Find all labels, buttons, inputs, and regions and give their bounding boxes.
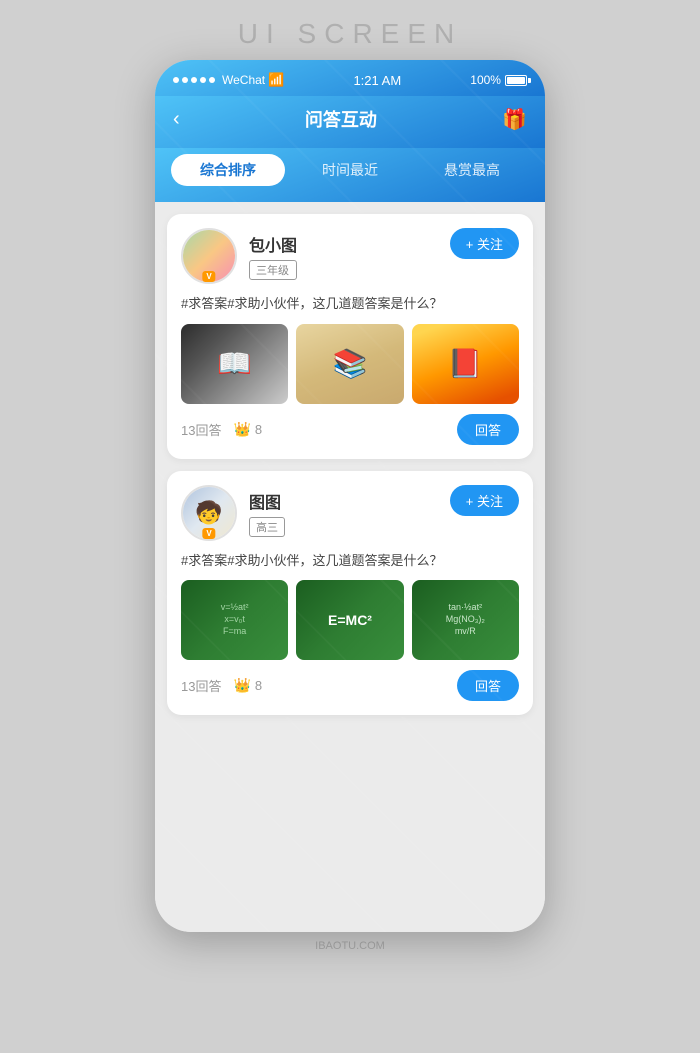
avatar-1: V — [181, 228, 237, 284]
reward-info-1: 👑 8 — [233, 421, 262, 438]
card-1: V 包小图 三年级 + 关注 #求答案#求助小伙伴，这几道题答案是什么？ — [167, 214, 533, 459]
user-meta-2: 图图 高三 — [249, 489, 285, 537]
wifi-icon: 📶 — [268, 72, 284, 88]
footer-left-1: 13回答 👑 8 — [181, 420, 262, 439]
card-2-footer: 13回答 👑 8 回答 — [181, 670, 519, 701]
page-header-title: 问答互动 — [305, 106, 377, 132]
math-board-img-2: tan·½at²Mg(NO₃)₂mv/R — [412, 580, 519, 660]
question-text-1: #求答案#求助小伙伴，这几道题答案是什么？ — [181, 294, 519, 314]
content-area: V 包小图 三年级 + 关注 #求答案#求助小伙伴，这几道题答案是什么？ — [155, 202, 545, 932]
tab-comprehensive[interactable]: 综合排序 — [171, 154, 285, 186]
status-bar: WeChat 📶 1:21 AM 100% — [155, 60, 545, 96]
v-badge-1: V — [202, 271, 215, 282]
app-name-label: WeChat — [222, 73, 265, 87]
answer-btn-2[interactable]: 回答 — [457, 670, 519, 701]
question-text-2: #求答案#求助小伙伴，这几道题答案是什么？ — [181, 551, 519, 571]
img-thumb-1-3 — [412, 324, 519, 404]
img-thumb-1-2 — [296, 324, 403, 404]
tab-reward[interactable]: 悬赏最高 — [415, 154, 529, 186]
math-board-img-1: v=½at²x=v₀tF=ma — [181, 580, 288, 660]
img-thumb-2-1: v=½at²x=v₀tF=ma — [181, 580, 288, 660]
colorful-books-img — [412, 324, 519, 404]
reply-count-2: 13回答 — [181, 676, 221, 695]
signal-dot-5 — [209, 77, 215, 83]
crown-icon-1: 👑 — [233, 421, 250, 438]
grade-2: 高三 — [249, 517, 285, 537]
card-1-footer: 13回答 👑 8 回答 — [181, 414, 519, 445]
card-1-user-info: V 包小图 三年级 — [181, 228, 297, 284]
page-title: UI SCREEN — [238, 18, 462, 50]
bottom-label: IBAOTU.COM — [315, 940, 385, 952]
crown-icon-2: 👑 — [233, 677, 250, 694]
filter-bar: 综合排序 时间最近 悬赏最高 — [155, 148, 545, 202]
tab-recent[interactable]: 时间最近 — [293, 154, 407, 186]
follow-btn-1[interactable]: + 关注 — [450, 228, 519, 259]
img-row-1 — [181, 324, 519, 404]
footer-left-2: 13回答 👑 8 — [181, 676, 262, 695]
img-row-2: v=½at²x=v₀tF=ma E=MC² tan·½at²Mg(NO₃)₂mv… — [181, 580, 519, 660]
card-1-header: V 包小图 三年级 + 关注 — [181, 228, 519, 284]
gift-icon[interactable]: 🎁 — [502, 107, 527, 132]
reward-count-1: 8 — [255, 422, 262, 437]
card-2-header: 🧒 V 图图 高三 + 关注 — [181, 485, 519, 541]
username-1: 包小图 — [249, 232, 297, 256]
back-button[interactable]: ‹ — [173, 108, 180, 131]
reply-count-1: 13回答 — [181, 420, 221, 439]
signal-dot-4 — [200, 77, 206, 83]
status-left: WeChat 📶 — [173, 72, 284, 88]
img-thumb-1-1 — [181, 324, 288, 404]
battery-pct-label: 100% — [470, 73, 501, 87]
card-2-user-info: 🧒 V 图图 高三 — [181, 485, 285, 541]
avatar-2: 🧒 V — [181, 485, 237, 541]
reward-count-2: 8 — [255, 678, 262, 693]
v-badge-2: V — [202, 528, 215, 539]
reward-info-2: 👑 8 — [233, 677, 262, 694]
signal-dot-3 — [191, 77, 197, 83]
battery-icon — [505, 75, 527, 86]
signal-dot-1 — [173, 77, 179, 83]
status-time: 1:21 AM — [353, 73, 401, 88]
book-open-img — [181, 324, 288, 404]
phone-shell: WeChat 📶 1:21 AM 100% ‹ 问答互动 🎁 综合排序 时间最近… — [155, 60, 545, 932]
user-meta-1: 包小图 三年级 — [249, 232, 297, 280]
img-thumb-2-2: E=MC² — [296, 580, 403, 660]
follow-btn-2[interactable]: + 关注 — [450, 485, 519, 516]
username-2: 图图 — [249, 489, 285, 513]
signal-dot-2 — [182, 77, 188, 83]
math-formula-img: E=MC² — [296, 580, 403, 660]
top-bar: ‹ 问答互动 🎁 — [155, 96, 545, 148]
answer-btn-1[interactable]: 回答 — [457, 414, 519, 445]
grade-1: 三年级 — [249, 260, 297, 280]
book-stack-img — [296, 324, 403, 404]
status-right: 100% — [470, 73, 527, 87]
card-2: 🧒 V 图图 高三 + 关注 #求答案#求助小伙伴，这几道题答案是什么？ v=½… — [167, 471, 533, 716]
img-thumb-2-3: tan·½at²Mg(NO₃)₂mv/R — [412, 580, 519, 660]
